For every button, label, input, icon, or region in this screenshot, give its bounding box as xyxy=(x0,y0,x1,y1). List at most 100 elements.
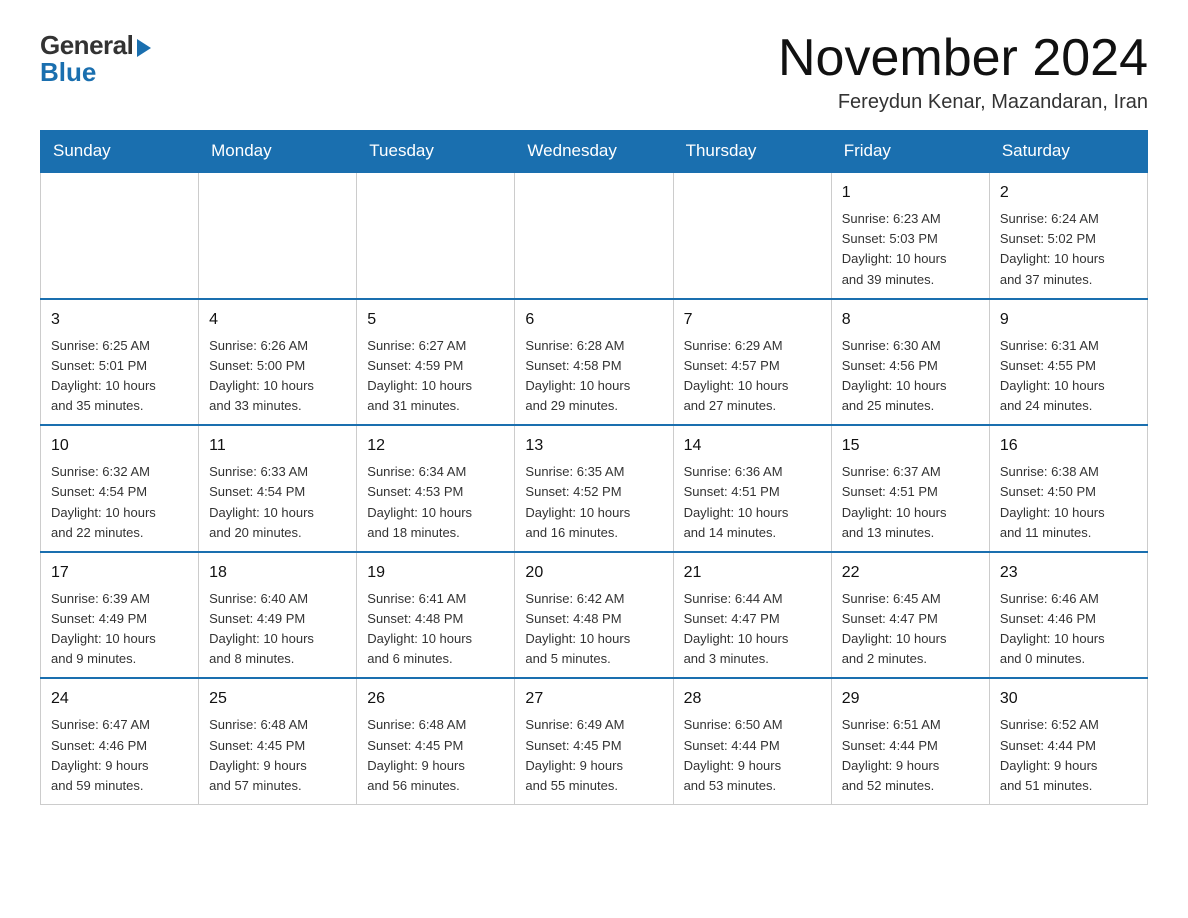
cell-info: Sunrise: 6:33 AM Sunset: 4:54 PM Dayligh… xyxy=(209,462,346,543)
day-number: 20 xyxy=(525,561,662,585)
day-number: 6 xyxy=(525,308,662,332)
calendar-cell: 17Sunrise: 6:39 AM Sunset: 4:49 PM Dayli… xyxy=(41,552,199,679)
page-header: General Blue November 2024 Fereydun Kena… xyxy=(40,30,1148,114)
cell-info: Sunrise: 6:24 AM Sunset: 5:02 PM Dayligh… xyxy=(1000,209,1137,290)
cell-info: Sunrise: 6:27 AM Sunset: 4:59 PM Dayligh… xyxy=(367,336,504,417)
day-number: 27 xyxy=(525,687,662,711)
day-number: 4 xyxy=(209,308,346,332)
weekday-header-row: SundayMondayTuesdayWednesdayThursdayFrid… xyxy=(41,131,1148,173)
cell-info: Sunrise: 6:48 AM Sunset: 4:45 PM Dayligh… xyxy=(367,715,504,796)
day-number: 5 xyxy=(367,308,504,332)
cell-info: Sunrise: 6:29 AM Sunset: 4:57 PM Dayligh… xyxy=(684,336,821,417)
day-number: 21 xyxy=(684,561,821,585)
calendar-cell: 2Sunrise: 6:24 AM Sunset: 5:02 PM Daylig… xyxy=(989,172,1147,299)
calendar-cell: 15 Sunrise: 6:37 AM Sunset: 4:51 PM Dayli… xyxy=(831,425,989,552)
calendar-cell: 29 Sunrise: 6:51 AM Sunset: 4:44 PM Dayli… xyxy=(831,678,989,804)
cell-info: Sunrise: 6:45 AM Sunset: 4:47 PM Dayligh… xyxy=(842,589,979,670)
day-number: 12 xyxy=(367,434,504,458)
day-number: 30 xyxy=(1000,687,1137,711)
calendar-cell: 7Sunrise: 6:29 AM Sunset: 4:57 PM Daylig… xyxy=(673,299,831,426)
day-number: 23 xyxy=(1000,561,1137,585)
calendar-cell xyxy=(357,172,515,299)
calendar-cell: 28 Sunrise: 6:50 AM Sunset: 4:44 PM Dayli… xyxy=(673,678,831,804)
cell-info: Sunrise: 6:49 AM Sunset: 4:45 PM Dayligh… xyxy=(525,715,662,796)
cell-info: Sunrise: 6:42 AM Sunset: 4:48 PM Dayligh… xyxy=(525,589,662,670)
day-number: 26 xyxy=(367,687,504,711)
day-number: 15 xyxy=(842,434,979,458)
logo-blue-text: Blue xyxy=(40,57,96,88)
calendar-row-3: 17Sunrise: 6:39 AM Sunset: 4:49 PM Dayli… xyxy=(41,552,1148,679)
calendar-cell: 10Sunrise: 6:32 AM Sunset: 4:54 PM Dayli… xyxy=(41,425,199,552)
calendar-cell xyxy=(199,172,357,299)
cell-info: Sunrise: 6:25 AM Sunset: 5:01 PM Dayligh… xyxy=(51,336,188,417)
calendar-cell: 13 Sunrise: 6:35 AM Sunset: 4:52 PM Dayli… xyxy=(515,425,673,552)
cell-info: Sunrise: 6:44 AM Sunset: 4:47 PM Dayligh… xyxy=(684,589,821,670)
cell-info: Sunrise: 6:50 AM Sunset: 4:44 PM Dayligh… xyxy=(684,715,821,796)
calendar-cell xyxy=(673,172,831,299)
calendar-cell: 27 Sunrise: 6:49 AM Sunset: 4:45 PM Dayli… xyxy=(515,678,673,804)
calendar-cell: 14 Sunrise: 6:36 AM Sunset: 4:51 PM Dayli… xyxy=(673,425,831,552)
weekday-header-thursday: Thursday xyxy=(673,131,831,173)
cell-info: Sunrise: 6:34 AM Sunset: 4:53 PM Dayligh… xyxy=(367,462,504,543)
calendar-cell: 12 Sunrise: 6:34 AM Sunset: 4:53 PM Dayli… xyxy=(357,425,515,552)
cell-info: Sunrise: 6:41 AM Sunset: 4:48 PM Dayligh… xyxy=(367,589,504,670)
day-number: 13 xyxy=(525,434,662,458)
day-number: 11 xyxy=(209,434,346,458)
day-number: 16 xyxy=(1000,434,1137,458)
title-section: November 2024 Fereydun Kenar, Mazandaran… xyxy=(778,30,1148,114)
cell-info: Sunrise: 6:37 AM Sunset: 4:51 PM Dayligh… xyxy=(842,462,979,543)
calendar-cell: 18Sunrise: 6:40 AM Sunset: 4:49 PM Dayli… xyxy=(199,552,357,679)
calendar-cell: 25Sunrise: 6:48 AM Sunset: 4:45 PM Dayli… xyxy=(199,678,357,804)
calendar-row-0: 1Sunrise: 6:23 AM Sunset: 5:03 PM Daylig… xyxy=(41,172,1148,299)
calendar-cell: 19 Sunrise: 6:41 AM Sunset: 4:48 PM Dayli… xyxy=(357,552,515,679)
cell-info: Sunrise: 6:46 AM Sunset: 4:46 PM Dayligh… xyxy=(1000,589,1137,670)
calendar-cell: 4 Sunrise: 6:26 AM Sunset: 5:00 PM Daylig… xyxy=(199,299,357,426)
calendar-row-1: 3 Sunrise: 6:25 AM Sunset: 5:01 PM Daylig… xyxy=(41,299,1148,426)
cell-info: Sunrise: 6:32 AM Sunset: 4:54 PM Dayligh… xyxy=(51,462,188,543)
calendar-cell xyxy=(41,172,199,299)
day-number: 29 xyxy=(842,687,979,711)
calendar-cell: 30 Sunrise: 6:52 AM Sunset: 4:44 PM Dayli… xyxy=(989,678,1147,804)
day-number: 14 xyxy=(684,434,821,458)
calendar-cell: 26 Sunrise: 6:48 AM Sunset: 4:45 PM Dayli… xyxy=(357,678,515,804)
month-title: November 2024 xyxy=(778,30,1148,87)
day-number: 28 xyxy=(684,687,821,711)
logo: General Blue xyxy=(40,30,151,88)
cell-info: Sunrise: 6:31 AM Sunset: 4:55 PM Dayligh… xyxy=(1000,336,1137,417)
logo-arrow-icon xyxy=(137,39,151,57)
cell-info: Sunrise: 6:47 AM Sunset: 4:46 PM Dayligh… xyxy=(51,715,188,796)
weekday-header-tuesday: Tuesday xyxy=(357,131,515,173)
day-number: 22 xyxy=(842,561,979,585)
cell-info: Sunrise: 6:52 AM Sunset: 4:44 PM Dayligh… xyxy=(1000,715,1137,796)
calendar-cell: 23 Sunrise: 6:46 AM Sunset: 4:46 PM Dayli… xyxy=(989,552,1147,679)
day-number: 18 xyxy=(209,561,346,585)
cell-info: Sunrise: 6:23 AM Sunset: 5:03 PM Dayligh… xyxy=(842,209,979,290)
cell-info: Sunrise: 6:48 AM Sunset: 4:45 PM Dayligh… xyxy=(209,715,346,796)
weekday-header-monday: Monday xyxy=(199,131,357,173)
calendar-table: SundayMondayTuesdayWednesdayThursdayFrid… xyxy=(40,130,1148,805)
calendar-cell: 16 Sunrise: 6:38 AM Sunset: 4:50 PM Dayli… xyxy=(989,425,1147,552)
calendar-row-2: 10Sunrise: 6:32 AM Sunset: 4:54 PM Dayli… xyxy=(41,425,1148,552)
calendar-row-4: 24 Sunrise: 6:47 AM Sunset: 4:46 PM Dayli… xyxy=(41,678,1148,804)
weekday-header-wednesday: Wednesday xyxy=(515,131,673,173)
day-number: 8 xyxy=(842,308,979,332)
cell-info: Sunrise: 6:51 AM Sunset: 4:44 PM Dayligh… xyxy=(842,715,979,796)
location-title: Fereydun Kenar, Mazandaran, Iran xyxy=(778,91,1148,114)
calendar-cell: 6Sunrise: 6:28 AM Sunset: 4:58 PM Daylig… xyxy=(515,299,673,426)
day-number: 24 xyxy=(51,687,188,711)
calendar-cell xyxy=(515,172,673,299)
calendar-cell: 9Sunrise: 6:31 AM Sunset: 4:55 PM Daylig… xyxy=(989,299,1147,426)
cell-info: Sunrise: 6:26 AM Sunset: 5:00 PM Dayligh… xyxy=(209,336,346,417)
day-number: 3 xyxy=(51,308,188,332)
calendar-cell: 21 Sunrise: 6:44 AM Sunset: 4:47 PM Dayli… xyxy=(673,552,831,679)
day-number: 19 xyxy=(367,561,504,585)
calendar-cell: 1Sunrise: 6:23 AM Sunset: 5:03 PM Daylig… xyxy=(831,172,989,299)
cell-info: Sunrise: 6:35 AM Sunset: 4:52 PM Dayligh… xyxy=(525,462,662,543)
weekday-header-friday: Friday xyxy=(831,131,989,173)
calendar-cell: 20 Sunrise: 6:42 AM Sunset: 4:48 PM Dayli… xyxy=(515,552,673,679)
calendar-cell: 24 Sunrise: 6:47 AM Sunset: 4:46 PM Dayli… xyxy=(41,678,199,804)
calendar-cell: 22 Sunrise: 6:45 AM Sunset: 4:47 PM Dayli… xyxy=(831,552,989,679)
cell-info: Sunrise: 6:38 AM Sunset: 4:50 PM Dayligh… xyxy=(1000,462,1137,543)
cell-info: Sunrise: 6:36 AM Sunset: 4:51 PM Dayligh… xyxy=(684,462,821,543)
weekday-header-saturday: Saturday xyxy=(989,131,1147,173)
